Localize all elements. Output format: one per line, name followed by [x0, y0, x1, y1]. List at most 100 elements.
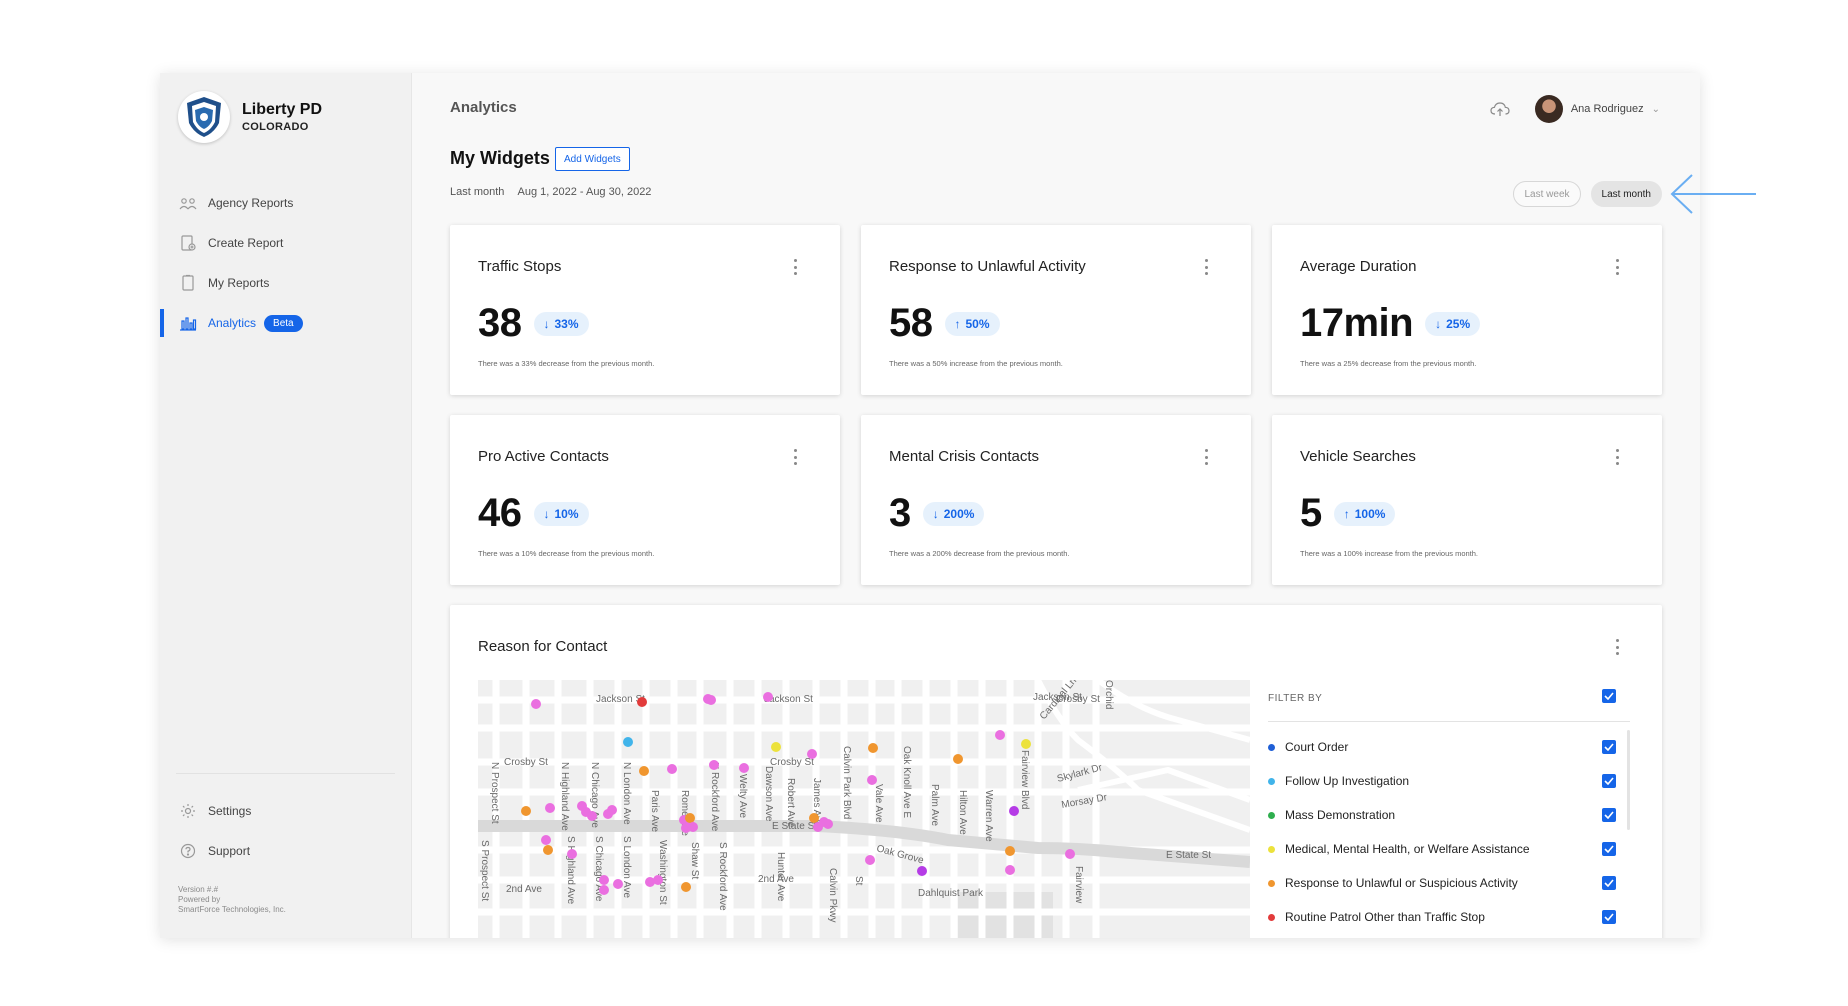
map-marker[interactable] — [599, 885, 609, 895]
analytics-icon — [178, 313, 198, 333]
street-label: Palm Ave — [929, 784, 940, 826]
card-title: Vehicle Searches — [1300, 448, 1416, 465]
map-marker[interactable] — [771, 742, 781, 752]
filter-item[interactable]: Medical, Mental Health, or Welfare Assis… — [1268, 832, 1630, 866]
map-marker[interactable] — [867, 775, 877, 785]
filter-checkbox[interactable] — [1602, 876, 1616, 890]
sidebar-nav: Agency Reports Create Report My Reports … — [160, 183, 412, 343]
add-widgets-button[interactable]: Add Widgets — [555, 147, 630, 171]
sidebar-item-label: Create Report — [208, 236, 284, 250]
filter-checkbox[interactable] — [1602, 740, 1616, 754]
change-badge: ↑ 50% — [944, 311, 1000, 336]
map-marker[interactable] — [1065, 849, 1075, 859]
map-marker[interactable] — [865, 855, 875, 865]
map-marker[interactable] — [763, 692, 773, 702]
sidebar-item-create-report[interactable]: Create Report — [160, 223, 412, 263]
filter-item[interactable]: Court Order — [1268, 730, 1630, 764]
last-month-button[interactable]: Last month — [1590, 181, 1662, 207]
filter-all-checkbox[interactable] — [1602, 689, 1616, 703]
brand[interactable]: Liberty PD COLORADO — [178, 91, 322, 143]
map-marker[interactable] — [543, 845, 553, 855]
contact-map[interactable]: Jackson St Jackson St Jackson St Crosby St C… — [478, 680, 1250, 938]
map-marker[interactable] — [541, 835, 551, 845]
filter-checkbox[interactable] — [1602, 910, 1616, 924]
chevron-down-icon[interactable]: ⌄ — [1652, 104, 1660, 115]
map-marker[interactable] — [667, 764, 677, 774]
street-label: N Prospect St — [489, 762, 500, 824]
sidebar: Liberty PD COLORADO Agency Reports Creat… — [160, 73, 412, 938]
sidebar-item-settings[interactable]: Settings — [160, 791, 412, 831]
filter-item[interactable]: Routine Patrol Other than Traffic Stop — [1268, 900, 1630, 934]
sidebar-item-my-reports[interactable]: My Reports — [160, 263, 412, 303]
map-marker[interactable] — [623, 737, 633, 747]
map-marker[interactable] — [545, 803, 555, 813]
card-title: Pro Active Contacts — [478, 448, 609, 465]
map-marker[interactable] — [868, 743, 878, 753]
map-marker[interactable] — [587, 811, 597, 821]
filter-checkbox[interactable] — [1602, 808, 1616, 822]
map-marker[interactable] — [1021, 739, 1031, 749]
filter-item[interactable]: Response to Unlawful or Suspicious Activ… — [1268, 866, 1630, 900]
more-options-icon[interactable] — [790, 449, 800, 465]
map-marker[interactable] — [819, 817, 829, 827]
legend-dot — [1268, 811, 1275, 819]
map-marker[interactable] — [613, 879, 623, 889]
map-marker[interactable] — [567, 849, 577, 859]
map-marker[interactable] — [599, 875, 609, 885]
change-badge: ↓ 10% — [533, 501, 589, 526]
map-marker[interactable] — [809, 813, 819, 823]
sidebar-item-analytics[interactable]: Analytics Beta — [160, 303, 412, 343]
card-title: Response to Unlawful Activity — [889, 258, 1086, 275]
version-info: Version #.# Powered by SmartForce Techno… — [178, 885, 286, 915]
more-options-icon[interactable] — [790, 259, 800, 275]
map-marker[interactable] — [917, 866, 927, 876]
map-marker[interactable] — [709, 760, 719, 770]
map-marker[interactable] — [995, 730, 1005, 740]
street-label: Orchid — [1103, 680, 1114, 709]
create-report-icon — [178, 233, 198, 253]
map-marker[interactable] — [706, 695, 716, 705]
map-marker[interactable] — [521, 806, 531, 816]
more-options-icon[interactable] — [1612, 259, 1622, 275]
widget-grid: Traffic Stops 38 ↓ 33% There was a 33% de… — [450, 225, 1662, 585]
map-marker[interactable] — [685, 813, 695, 823]
sidebar-item-support[interactable]: Support — [160, 831, 412, 871]
filter-checkbox[interactable] — [1602, 774, 1616, 788]
map-marker[interactable] — [637, 697, 647, 707]
widget-card-response-unlawful: Response to Unlawful Activity 58 ↑ 50% Th… — [861, 225, 1251, 395]
card-value: 3 — [889, 491, 911, 535]
map-marker[interactable] — [1005, 865, 1015, 875]
more-options-icon[interactable] — [1201, 259, 1211, 275]
map-marker[interactable] — [1009, 806, 1019, 816]
street-label: Washington St — [657, 840, 668, 905]
gear-icon — [178, 801, 198, 821]
widget-card-traffic-stops: Traffic Stops 38 ↓ 33% There was a 33% de… — [450, 225, 840, 395]
map-marker[interactable] — [639, 766, 649, 776]
more-options-icon[interactable] — [1612, 639, 1622, 655]
map-marker[interactable] — [807, 749, 817, 759]
filter-item[interactable]: Follow Up Investigation — [1268, 764, 1630, 798]
more-options-icon[interactable] — [1612, 449, 1622, 465]
card-value: 5 — [1300, 491, 1322, 535]
sidebar-item-agency-reports[interactable]: Agency Reports — [160, 183, 412, 223]
map-marker[interactable] — [1005, 846, 1015, 856]
map-marker[interactable] — [681, 882, 691, 892]
map-marker[interactable] — [653, 875, 663, 885]
last-week-button[interactable]: Last week — [1513, 181, 1581, 207]
map-marker[interactable] — [739, 763, 749, 773]
user-name[interactable]: Ana Rodriguez — [1571, 103, 1644, 115]
range-label: Last month — [450, 186, 505, 198]
sidebar-bottom-nav: Settings Support — [160, 791, 412, 871]
filter-item[interactable]: Mass Demonstration — [1268, 798, 1630, 832]
filter-checkbox[interactable] — [1602, 842, 1616, 856]
map-marker[interactable] — [681, 823, 691, 833]
map-marker[interactable] — [953, 754, 963, 764]
cloud-upload-icon[interactable] — [1487, 96, 1513, 122]
more-options-icon[interactable] — [1201, 449, 1211, 465]
avatar[interactable] — [1534, 95, 1563, 123]
map-marker[interactable] — [531, 699, 541, 709]
my-reports-icon — [178, 273, 198, 293]
map-canvas[interactable]: Jackson St Jackson St Jackson StCrosby St C… — [478, 680, 1250, 938]
map-marker[interactable] — [607, 805, 617, 815]
card-note: There was a 25% decrease from the previo… — [1300, 359, 1477, 368]
